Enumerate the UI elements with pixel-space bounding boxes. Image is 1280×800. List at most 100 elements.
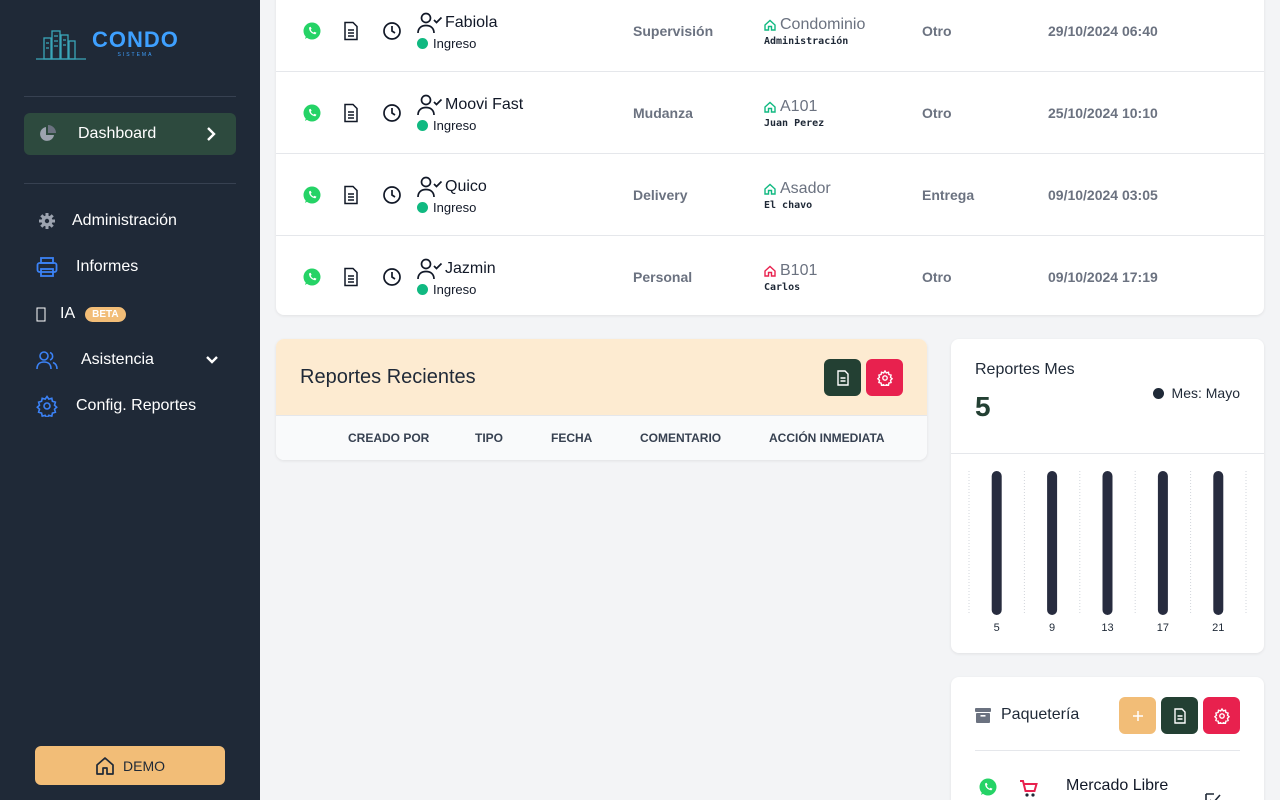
sidebar-item-ia[interactable]: IA BETA [36,303,226,325]
chart-bar[interactable] [1213,471,1224,615]
visitor-name: Fabiola [445,13,498,31]
x-tick-label: 17 [1157,622,1169,634]
document-icon[interactable] [342,72,360,154]
archive-box-icon [975,707,991,723]
user-check-icon [417,94,443,115]
buildings-icon [36,30,86,60]
brand-logo[interactable]: CONDO SISTEMA [36,26,179,60]
gear-icon [1213,707,1230,724]
whatsapp-icon[interactable] [978,777,998,797]
sidebar-item-label: Config. Reportes [76,397,197,414]
user-check-icon [417,176,443,197]
package-settings-button[interactable] [1203,697,1240,734]
status-badge: Ingreso [417,282,476,297]
visit-category: Entrega [922,187,975,203]
document-icon[interactable] [342,154,360,236]
card-title: Reportes Recientes [300,366,476,388]
home-icon [96,756,114,775]
whatsapp-icon[interactable] [302,0,322,72]
edit-check-icon[interactable] [1202,790,1222,800]
cart-icon [1020,780,1038,797]
card-divider [951,453,1264,454]
table-row[interactable]: Moovi Fast Ingreso Mudanza A101 Juan Perez Ot… [276,72,1264,154]
beta-badge: BETA [85,306,126,322]
chart-bar[interactable] [1157,471,1168,615]
chart-legend: Mes: Mayo [1152,385,1240,401]
unit-owner: Carlos [764,281,801,293]
document-icon [1173,707,1186,724]
visit-type: Mudanza [633,105,693,121]
user-check-icon [417,258,443,279]
users-icon [36,349,58,371]
chevron-right-icon [207,127,216,141]
visitor-name: Moovi Fast [445,95,524,113]
table-row[interactable]: Fabiola Ingreso Supervisión Condominio Admin… [276,0,1264,72]
chart-bar[interactable] [1102,471,1113,615]
export-report-button[interactable] [824,359,861,396]
column-header: ACCIÓN INMEDIATA [769,431,885,445]
clock-icon[interactable] [382,236,402,315]
visit-type: Delivery [633,187,688,203]
document-icon[interactable] [342,236,360,315]
home-icon [764,183,776,195]
table-header: CREADO POR TIPO FECHA COMENTARIO ACCIÓN … [276,416,927,460]
demo-button[interactable]: DEMO [35,746,225,785]
pie-chart-icon [40,125,56,141]
status-label: Ingreso [433,117,477,133]
sidebar-divider [24,183,236,184]
sidebar-item-label: Asistencia [81,351,154,368]
whatsapp-icon[interactable] [302,72,322,154]
visit-datetime: 29/10/2024 06:40 [1048,23,1158,39]
document-icon[interactable] [342,0,360,72]
clock-icon[interactable] [382,0,402,72]
sidebar-item-config-reportes[interactable]: Config. Reportes [36,395,226,417]
sidebar-item-asistencia[interactable]: Asistencia [36,349,226,371]
legend-dot [1152,387,1164,399]
visit-datetime: 25/10/2024 10:10 [1048,105,1158,121]
column-header: TIPO [475,431,504,445]
bar-chart: 5 9 13 17 21 [968,471,1247,634]
visit-category: Otro [922,105,952,121]
sidebar-item-label: Administración [72,212,177,229]
export-package-button[interactable] [1161,697,1198,734]
table-row[interactable]: Jazmin Ingreso Personal B101 Carlos Otro 09/10… [276,236,1264,315]
unit-owner: El chavo [764,199,813,211]
sidebar: CONDO SISTEMA Dashboard Administración I… [0,0,260,800]
user-check-icon [417,12,443,33]
brand-tagline: SISTEMA [117,51,154,58]
reportes-recientes-card: Reportes Recientes CREADO POR TIPO FECHA… [276,339,927,460]
chart-bar[interactable] [991,471,1002,615]
reportes-mes-card: Reportes Mes 5 Mes: Mayo 5 9 13 17 21 [951,339,1264,653]
status-label: Ingreso [433,281,477,297]
home-icon [764,101,776,113]
x-tick-label: 21 [1212,622,1224,634]
whatsapp-icon[interactable] [302,154,322,236]
home-icon [764,19,776,31]
sidebar-item-administracion[interactable]: Administración [36,210,226,232]
report-settings-button[interactable] [866,359,903,396]
sidebar-divider [24,96,236,97]
unit-name: B101 [780,261,818,279]
status-dot [417,283,428,295]
x-tick-label: 5 [994,622,1000,634]
sidebar-item-dashboard[interactable]: Dashboard [24,113,236,155]
unit-owner: Administración [764,35,849,47]
clock-icon[interactable] [382,154,402,236]
status-badge: Ingreso [417,118,476,133]
package-sender: Mercado Libre [1066,777,1169,794]
clock-icon[interactable] [382,72,402,154]
unit-name: Condominio [780,15,866,33]
chart-bar[interactable] [1047,471,1058,615]
status-label: Ingreso [433,35,477,51]
sidebar-item-label: Dashboard [78,125,157,142]
sidebar-item-informes[interactable]: Informes [36,256,226,278]
gear-icon [36,210,58,232]
visit-category: Otro [922,23,952,39]
table-row[interactable]: Quico Ingreso Delivery Asador El chavo Entreg… [276,154,1264,236]
card-divider [975,750,1240,751]
legend-label: Mes: Mayo [1171,385,1240,401]
whatsapp-icon[interactable] [302,236,322,315]
add-package-button[interactable] [1119,697,1156,734]
unit-name: Asador [780,179,831,197]
column-header: FECHA [551,431,593,445]
